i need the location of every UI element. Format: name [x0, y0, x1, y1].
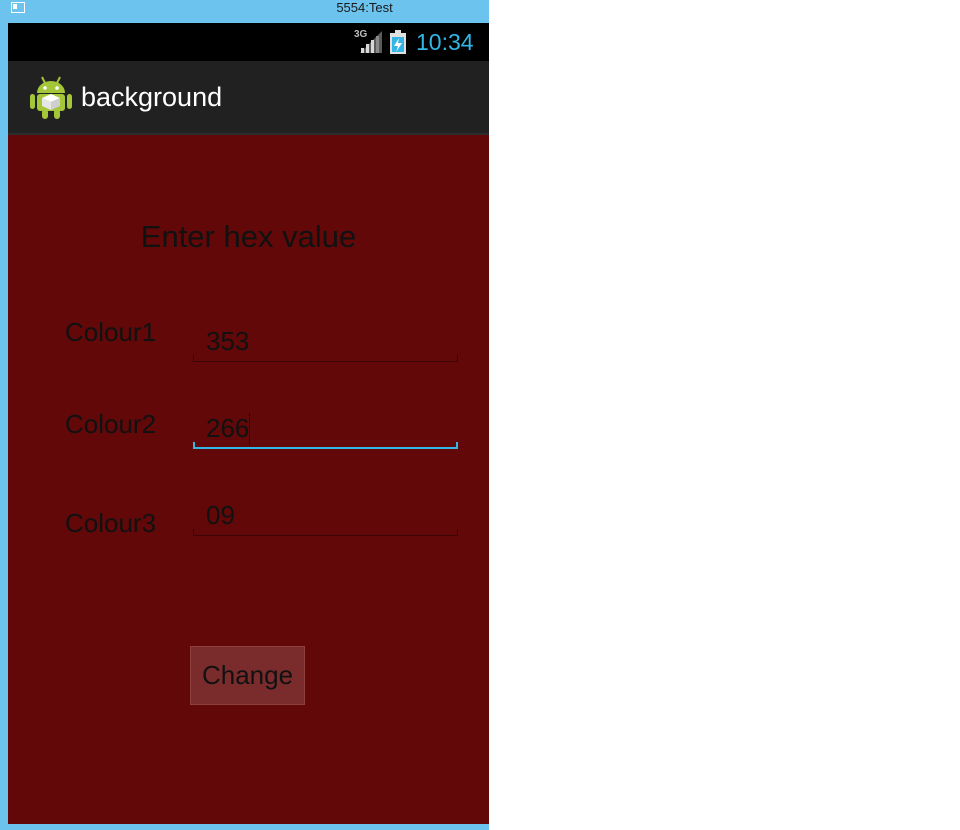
- device-screen: 3G 10:34 background Enter hex value Colo…: [8, 23, 489, 824]
- colour2-field[interactable]: [193, 409, 458, 449]
- colour2-underline: [193, 442, 458, 449]
- colour1-label: Colour1: [65, 317, 157, 347]
- action-bar: background: [8, 61, 489, 135]
- status-bar: 3G 10:34: [8, 23, 489, 61]
- form-heading: Enter hex value: [140, 219, 357, 254]
- android-robot-icon[interactable]: [30, 75, 72, 119]
- colour2-label: Colour2: [65, 409, 157, 439]
- text-cursor: [249, 413, 250, 445]
- battery-charging-icon: [390, 30, 406, 54]
- colour3-label: Colour3: [65, 508, 157, 538]
- colour3-underline: [193, 529, 458, 536]
- colour1-underline: [193, 355, 458, 362]
- app-title: background: [81, 82, 223, 112]
- signal-strength-icon: [360, 31, 382, 53]
- main-content: Enter hex value Colour1 Colour2 Colour3 …: [8, 135, 489, 824]
- status-clock: 10:34: [416, 29, 474, 55]
- colour3-field[interactable]: [193, 496, 458, 536]
- change-button[interactable]: Change: [190, 646, 305, 705]
- colour1-field[interactable]: [193, 322, 458, 362]
- window-title: 5554:Test: [336, 0, 393, 15]
- emulator-window: 5554:Test 3G 10:34 background Enter hex …: [0, 0, 489, 830]
- window-title-bar: 5554:Test: [0, 0, 489, 17]
